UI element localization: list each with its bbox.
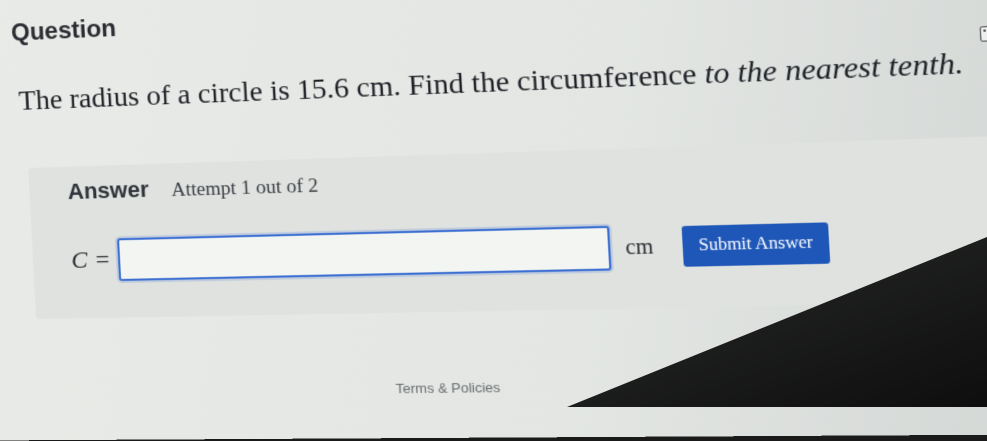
answer-panel bbox=[28, 133, 987, 320]
question-body: The radius of a circle is 15.6 cm. Find … bbox=[17, 57, 706, 117]
keyboard-icon[interactable] bbox=[979, 25, 987, 42]
equals-sign: = bbox=[94, 246, 111, 273]
attempt-counter: Attempt 1 out of 2 bbox=[170, 175, 319, 202]
terms-link[interactable]: Terms & Policies bbox=[395, 380, 500, 397]
question-text: The radius of a circle is 15.6 cm. Find … bbox=[18, 47, 965, 118]
answer-variable: C bbox=[70, 246, 89, 274]
submit-answer-button[interactable]: Submit Answer bbox=[681, 222, 831, 267]
answer-label: Answer bbox=[67, 176, 150, 205]
question-emphasis: to the nearest tenth. bbox=[703, 47, 965, 91]
unit-label: cm bbox=[624, 234, 654, 259]
question-heading: Question bbox=[10, 14, 117, 47]
